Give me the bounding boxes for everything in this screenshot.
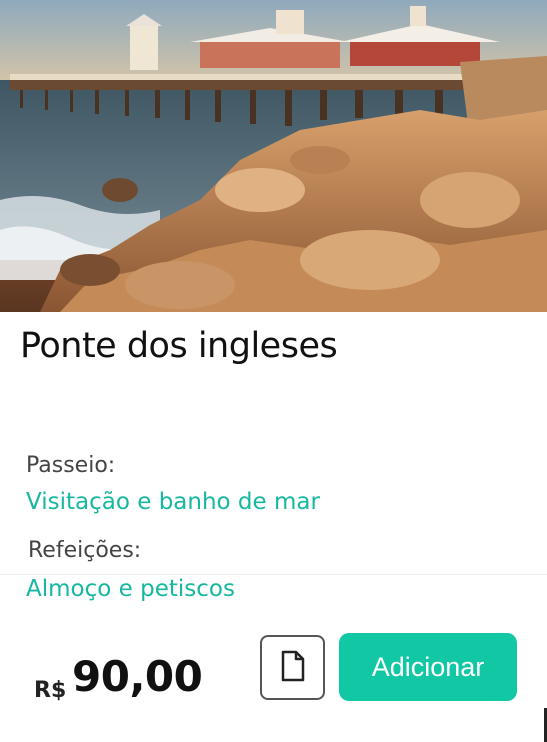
price-amount: 90,00 bbox=[72, 652, 203, 701]
add-button[interactable]: Adicionar bbox=[339, 633, 517, 701]
meals-value: Almoço e petiscos bbox=[26, 576, 235, 602]
details-button[interactable] bbox=[260, 635, 325, 700]
product-image bbox=[0, 0, 547, 312]
tour-label: Passeio: bbox=[26, 453, 116, 478]
meals-label: Refeições: bbox=[28, 538, 142, 563]
price-currency: R$ bbox=[34, 678, 67, 703]
pier-photo bbox=[0, 0, 547, 312]
tour-value: Visitação e banho de mar bbox=[26, 489, 320, 515]
document-icon bbox=[280, 650, 306, 686]
divider bbox=[0, 574, 547, 575]
product-title: Ponte dos ingleses bbox=[20, 326, 338, 366]
